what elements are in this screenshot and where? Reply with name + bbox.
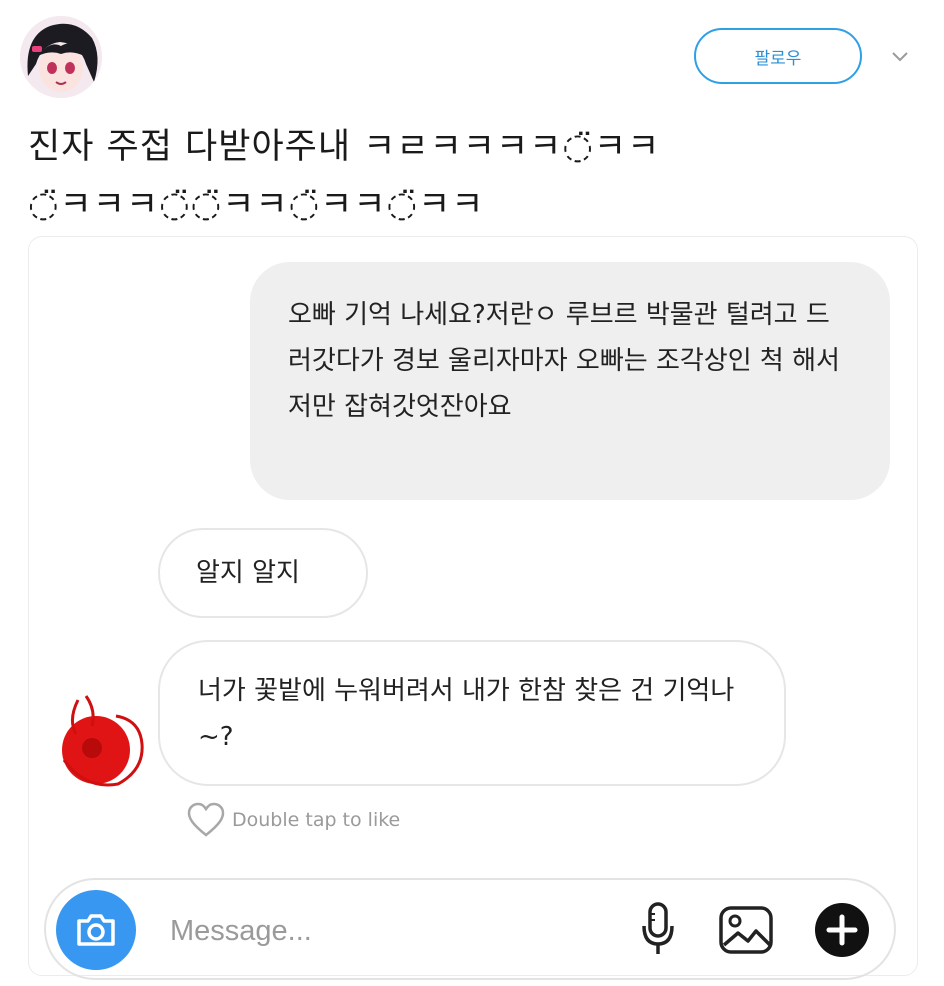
camera-button[interactable] — [56, 890, 136, 970]
follow-button[interactable]: 팔로우 — [694, 28, 862, 84]
profile-avatar[interactable] — [20, 16, 102, 98]
redacted-sender-avatar — [62, 695, 144, 787]
gallery-button[interactable] — [716, 900, 776, 960]
message-text: 오빠 기억 나세요?저란ㅇ 루브르 박물관 털려고 드러갓다가 경보 울리자마자… — [288, 300, 840, 422]
anime-avatar-image — [20, 16, 102, 98]
tweet-text: 진자 주접 다받아주내 ㅋㄹㅋㅋㅋㅋ◌̈ㅋㅋ ◌̈ㅋㅋㅋ◌̈◌̈ㅋㅋ◌̈ㅋㅋ◌̈… — [28, 118, 918, 234]
message-input[interactable] — [168, 905, 592, 957]
like-hint-text: Double tap to like — [232, 809, 401, 831]
microphone-icon — [642, 902, 674, 954]
message-text: 알지 알지 — [196, 558, 300, 588]
follow-label: 팔로우 — [754, 48, 802, 69]
chevron-down-icon[interactable] — [888, 44, 912, 68]
plus-icon — [815, 903, 869, 957]
camera-icon — [77, 914, 115, 946]
message-bubble-incoming: 알지 알지 — [158, 528, 368, 618]
gallery-icon — [719, 906, 773, 954]
heart-icon — [187, 802, 225, 837]
tweet-line-1: 진자 주접 다받아주내 ㅋㄹㅋㅋㅋㅋ◌̈ㅋㅋ — [28, 127, 661, 167]
message-bubble-outgoing: 오빠 기억 나세요?저란ㅇ 루브르 박물관 털려고 드러갓다가 경보 울리자마자… — [250, 262, 890, 500]
message-text: 너가 꽃밭에 누워버려서 내가 한참 찾은 건 기억나~? — [198, 676, 735, 752]
tweet-line-2: ◌̈ㅋㅋㅋ◌̈◌̈ㅋㅋ◌̈ㅋㅋ◌̈ㅋㅋ — [28, 185, 485, 225]
microphone-button[interactable] — [628, 900, 688, 960]
plus-button[interactable] — [812, 900, 872, 960]
like-hint[interactable]: Double tap to like — [186, 802, 400, 838]
message-bubble-incoming: 너가 꽃밭에 누워버려서 내가 한참 찾은 건 기억나~? — [158, 640, 786, 786]
